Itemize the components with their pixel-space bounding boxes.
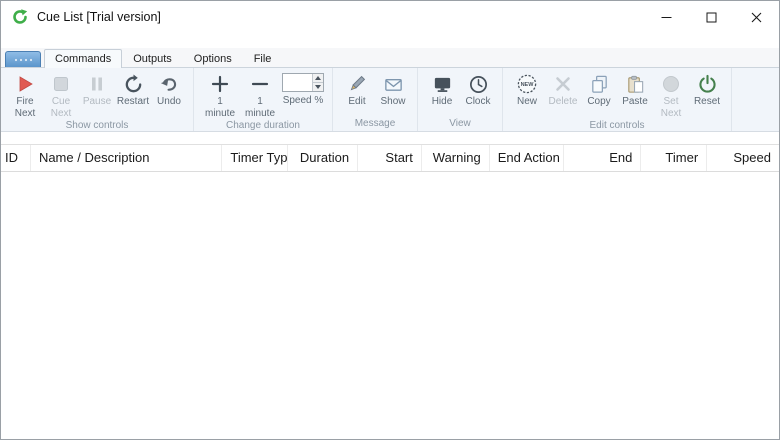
- speed-spin-down[interactable]: [313, 83, 323, 91]
- undo-button[interactable]: Undo: [152, 71, 186, 117]
- group-change-duration: 1 minute 1 minute: [194, 68, 333, 131]
- minimize-button[interactable]: [644, 1, 689, 33]
- cue-next-button[interactable]: Cue Next: [44, 71, 78, 119]
- undo-icon: [159, 72, 180, 96]
- ribbon: Fire Next Cue Next Pause: [1, 68, 779, 132]
- dots-icon: [14, 57, 32, 63]
- column-header-timer-type[interactable]: Timer Type: [222, 145, 288, 171]
- group-show-controls: Fire Next Cue Next Pause: [1, 68, 194, 131]
- tab-commands[interactable]: Commands: [44, 49, 122, 68]
- fire-next-button[interactable]: Fire Next: [8, 71, 42, 119]
- column-header-end[interactable]: End: [564, 145, 642, 171]
- ribbon-tab-strip: Commands Outputs Options File: [1, 48, 779, 68]
- delete-button[interactable]: Delete: [546, 71, 580, 117]
- app-window: Cue List [Trial version] Commands Output…: [0, 0, 780, 440]
- column-header-timer[interactable]: Timer: [641, 145, 707, 171]
- speed-input[interactable]: [283, 74, 312, 91]
- new-cue-button[interactable]: NEW New: [510, 71, 544, 117]
- tab-file[interactable]: File: [243, 49, 283, 67]
- pencil-icon: [347, 72, 367, 96]
- close-button[interactable]: [734, 1, 779, 33]
- column-header-end-action[interactable]: End Action: [490, 145, 564, 171]
- envelope-icon: [383, 72, 404, 96]
- cue-table-empty-body: [1, 172, 779, 439]
- monitor-icon: [432, 72, 453, 96]
- speed-spin-up[interactable]: [313, 74, 323, 83]
- clock-icon: [468, 72, 489, 96]
- column-header-start[interactable]: Start: [358, 145, 422, 171]
- hide-button[interactable]: Hide: [425, 71, 459, 117]
- maximize-button[interactable]: [689, 1, 734, 33]
- minus-icon: [250, 72, 270, 96]
- cue-table-header: ID Name / Description Timer Type Duratio…: [1, 144, 779, 172]
- restart-button[interactable]: Restart: [116, 71, 150, 117]
- show-message-button[interactable]: Show: [376, 71, 410, 117]
- play-icon: [15, 72, 35, 96]
- new-stamp-icon: NEW: [516, 72, 538, 96]
- subtract-minute-button[interactable]: 1 minute: [241, 71, 279, 119]
- column-header-warning[interactable]: Warning: [422, 145, 490, 171]
- cue-icon: [51, 72, 71, 96]
- pause-button[interactable]: Pause: [80, 71, 114, 117]
- set-next-button[interactable]: Set Next: [654, 71, 688, 119]
- group-edit-controls: NEW New Delete: [503, 68, 732, 131]
- clock-button[interactable]: Clock: [461, 71, 495, 117]
- copy-icon: [589, 72, 610, 96]
- power-icon: [697, 72, 718, 96]
- edit-message-button[interactable]: Edit: [340, 71, 374, 117]
- paste-icon: [625, 72, 646, 96]
- paste-button[interactable]: Paste: [618, 71, 652, 117]
- column-header-duration[interactable]: Duration: [288, 145, 358, 171]
- speed-spinbox: [282, 73, 324, 92]
- delete-x-icon: [553, 72, 573, 96]
- group-view: Hide Clock View: [418, 68, 503, 131]
- tab-outputs[interactable]: Outputs: [122, 49, 183, 67]
- new-icon-text: NEW: [521, 82, 535, 88]
- app-logo-icon: [11, 8, 29, 26]
- tab-options[interactable]: Options: [183, 49, 243, 67]
- app-menu-tab[interactable]: [5, 51, 41, 67]
- restart-icon: [123, 72, 144, 96]
- group-message: Edit Show Message: [333, 68, 418, 131]
- group-caption-message: Message: [339, 117, 411, 132]
- group-caption-view: View: [424, 117, 496, 132]
- window-title: Cue List [Trial version]: [37, 10, 161, 24]
- plus-icon: [210, 72, 230, 96]
- reset-button[interactable]: Reset: [690, 71, 724, 117]
- column-header-speed[interactable]: Speed: [707, 145, 779, 171]
- add-minute-button[interactable]: 1 minute: [201, 71, 239, 119]
- column-header-name-description[interactable]: Name / Description: [31, 145, 222, 171]
- copy-button[interactable]: Copy: [582, 71, 616, 117]
- pause-icon: [87, 72, 107, 96]
- title-bar: Cue List [Trial version]: [1, 1, 779, 33]
- column-header-id[interactable]: ID: [1, 145, 31, 171]
- speed-control: Speed %: [280, 71, 326, 106]
- speed-label: Speed %: [283, 95, 324, 106]
- set-next-icon: [661, 72, 681, 96]
